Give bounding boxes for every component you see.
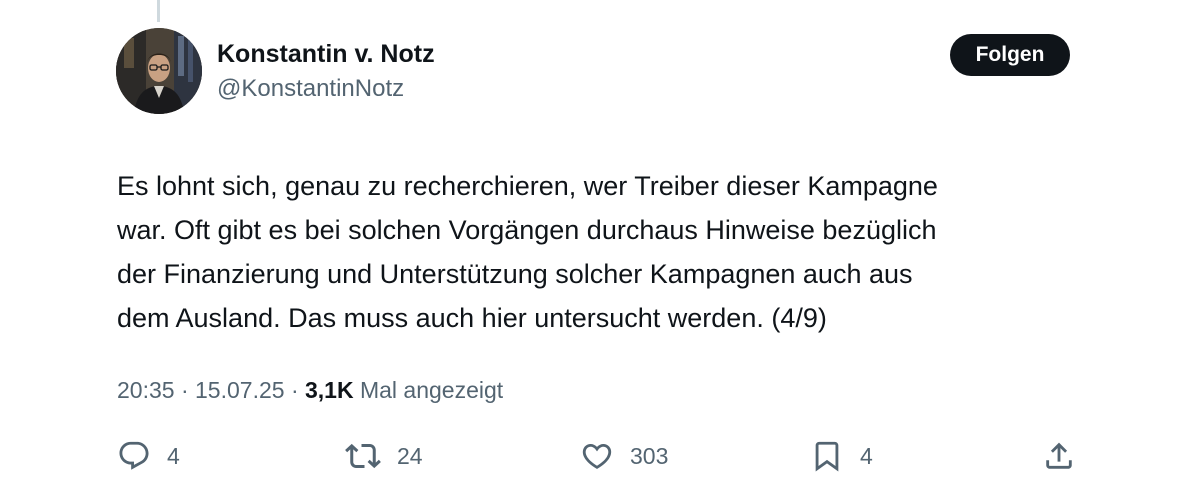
- author-handle[interactable]: @KonstantinNotz: [217, 75, 404, 103]
- author-name[interactable]: Konstantin v. Notz: [217, 40, 435, 69]
- bookmark-count: 4: [860, 442, 873, 469]
- share-icon: [1046, 442, 1072, 469]
- meta-separator: ·: [180, 377, 189, 403]
- tweet-text: Es lohnt sich, genau zu recherchieren, w…: [117, 164, 1077, 340]
- tweet-text-line: war. Oft gibt es bei solchen Vorgängen d…: [117, 215, 937, 245]
- avatar[interactable]: [116, 28, 202, 114]
- profile-photo: [116, 28, 202, 114]
- tweet-actions-bar: 4 24 303 4: [0, 436, 1200, 476]
- tweet-text-line: Es lohnt sich, genau zu recherchieren, w…: [117, 171, 938, 201]
- meta-separator: ·: [290, 377, 299, 403]
- bookmark-button[interactable]: 4: [810, 436, 873, 476]
- heart-icon: [582, 443, 612, 469]
- follow-button[interactable]: Folgen: [950, 34, 1070, 76]
- tweet-text-line: dem Ausland. Das muss auch hier untersuc…: [117, 303, 827, 333]
- tweet-time[interactable]: 20:35: [117, 377, 175, 403]
- reply-count: 4: [167, 442, 180, 469]
- tweet-text-line: der Finanzierung und Unterstützung solch…: [117, 259, 913, 289]
- views-count: 3,1K: [305, 377, 354, 403]
- tweet-date[interactable]: 15.07.25: [195, 377, 285, 403]
- views-label: Mal angezeigt: [359, 377, 504, 403]
- repost-count: 24: [397, 442, 423, 469]
- like-button[interactable]: 303: [580, 436, 668, 476]
- share-button[interactable]: [1042, 436, 1076, 476]
- repost-button[interactable]: 24: [345, 436, 423, 476]
- reply-button[interactable]: 4: [117, 436, 180, 476]
- thread-connector-line: [157, 0, 160, 22]
- bookmark-icon: [815, 441, 839, 472]
- like-count: 303: [630, 442, 669, 469]
- reply-icon: [119, 441, 149, 470]
- tweet-meta: 20:35 · 15.07.25 · 3,1K Mal angezeigt: [117, 377, 503, 404]
- repost-icon: [345, 443, 381, 469]
